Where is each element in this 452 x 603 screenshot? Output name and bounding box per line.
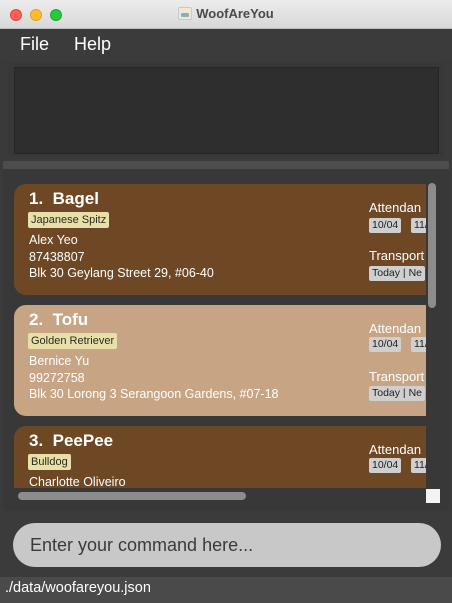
- attendance-date-tag: 10/04: [369, 337, 402, 352]
- attendance-heading: Attendan: [369, 321, 422, 336]
- transport-tag: Today | Ne: [369, 386, 426, 401]
- data-file-path: ./data/woofareyou.json: [5, 580, 151, 596]
- pet-card[interactable]: 2. Tofu Golden Retriever Bernice Yu 9927…: [14, 305, 426, 416]
- owner-name: Alex Yeo: [29, 233, 78, 247]
- menu-help[interactable]: Help: [74, 34, 111, 55]
- command-panel: [0, 513, 452, 577]
- pet-card[interactable]: 1. Bagel Japanese Spitz Alex Yeo 8743880…: [14, 184, 426, 295]
- horizontal-scrollbar-thumb[interactable]: [18, 492, 246, 500]
- transport-heading: Transport: [369, 248, 425, 263]
- window-title: WoofAreYou: [0, 6, 452, 21]
- transport-heading: Transport: [369, 369, 425, 384]
- owner-name: Bernice Yu: [29, 354, 90, 368]
- attendance-date-tag: 11/: [411, 337, 426, 352]
- pet-card[interactable]: 3. PeePee Bulldog Charlotte Oliveiro Att…: [14, 426, 426, 488]
- window-title-bar: WoofAreYou: [0, 0, 452, 29]
- result-display-panel: [8, 62, 444, 157]
- phone-number: 99272758: [29, 371, 85, 385]
- pet-name: 1. Bagel: [29, 189, 99, 209]
- pet-name: 3. PeePee: [29, 431, 113, 451]
- attendance-date-tag: 10/04: [369, 458, 402, 473]
- transport-tag: Today | Ne: [369, 266, 426, 281]
- pet-name: 2. Tofu: [29, 310, 88, 330]
- breed-tag: Bulldog: [28, 454, 71, 470]
- attendance-date-tag: 11/: [411, 458, 426, 473]
- breed-tag: Japanese Spitz: [28, 212, 110, 228]
- pet-name-text: Bagel: [52, 189, 99, 208]
- pet-index: 3.: [29, 431, 44, 450]
- address: Blk 30 Geylang Street 29, #06-40: [29, 266, 214, 280]
- address: Blk 30 Lorong 3 Serangoon Gardens, #07-1…: [29, 387, 279, 401]
- panel-divider[interactable]: [3, 161, 449, 169]
- window-title-text: WoofAreYou: [196, 6, 274, 21]
- result-display[interactable]: [14, 67, 439, 154]
- owner-name: Charlotte Oliveiro: [29, 475, 126, 488]
- attendance-heading: Attendan: [369, 200, 422, 215]
- phone-number: 87438807: [29, 250, 85, 264]
- pet-index: 1.: [29, 189, 44, 208]
- attendance-heading: Attendan: [369, 442, 422, 457]
- pet-list-panel: 1. Bagel Japanese Spitz Alex Yeo 8743880…: [3, 169, 449, 510]
- pet-list[interactable]: 1. Bagel Japanese Spitz Alex Yeo 8743880…: [14, 182, 426, 488]
- attendance-date-tag: 10/04: [369, 218, 402, 233]
- vertical-scrollbar-thumb[interactable]: [428, 183, 436, 308]
- attendance-date-tag: 11/: [411, 218, 426, 233]
- status-bar: ./data/woofareyou.json: [0, 577, 452, 603]
- dog-app-icon: [178, 7, 193, 20]
- scroll-corner: [426, 489, 440, 503]
- command-input[interactable]: [13, 523, 441, 567]
- pet-name-text: Tofu: [52, 310, 89, 329]
- pet-index: 2.: [29, 310, 44, 329]
- menu-bar: File Help: [0, 29, 452, 60]
- pet-name-text: PeePee: [52, 431, 114, 450]
- breed-tag: Golden Retriever: [28, 333, 118, 349]
- menu-file[interactable]: File: [20, 34, 49, 55]
